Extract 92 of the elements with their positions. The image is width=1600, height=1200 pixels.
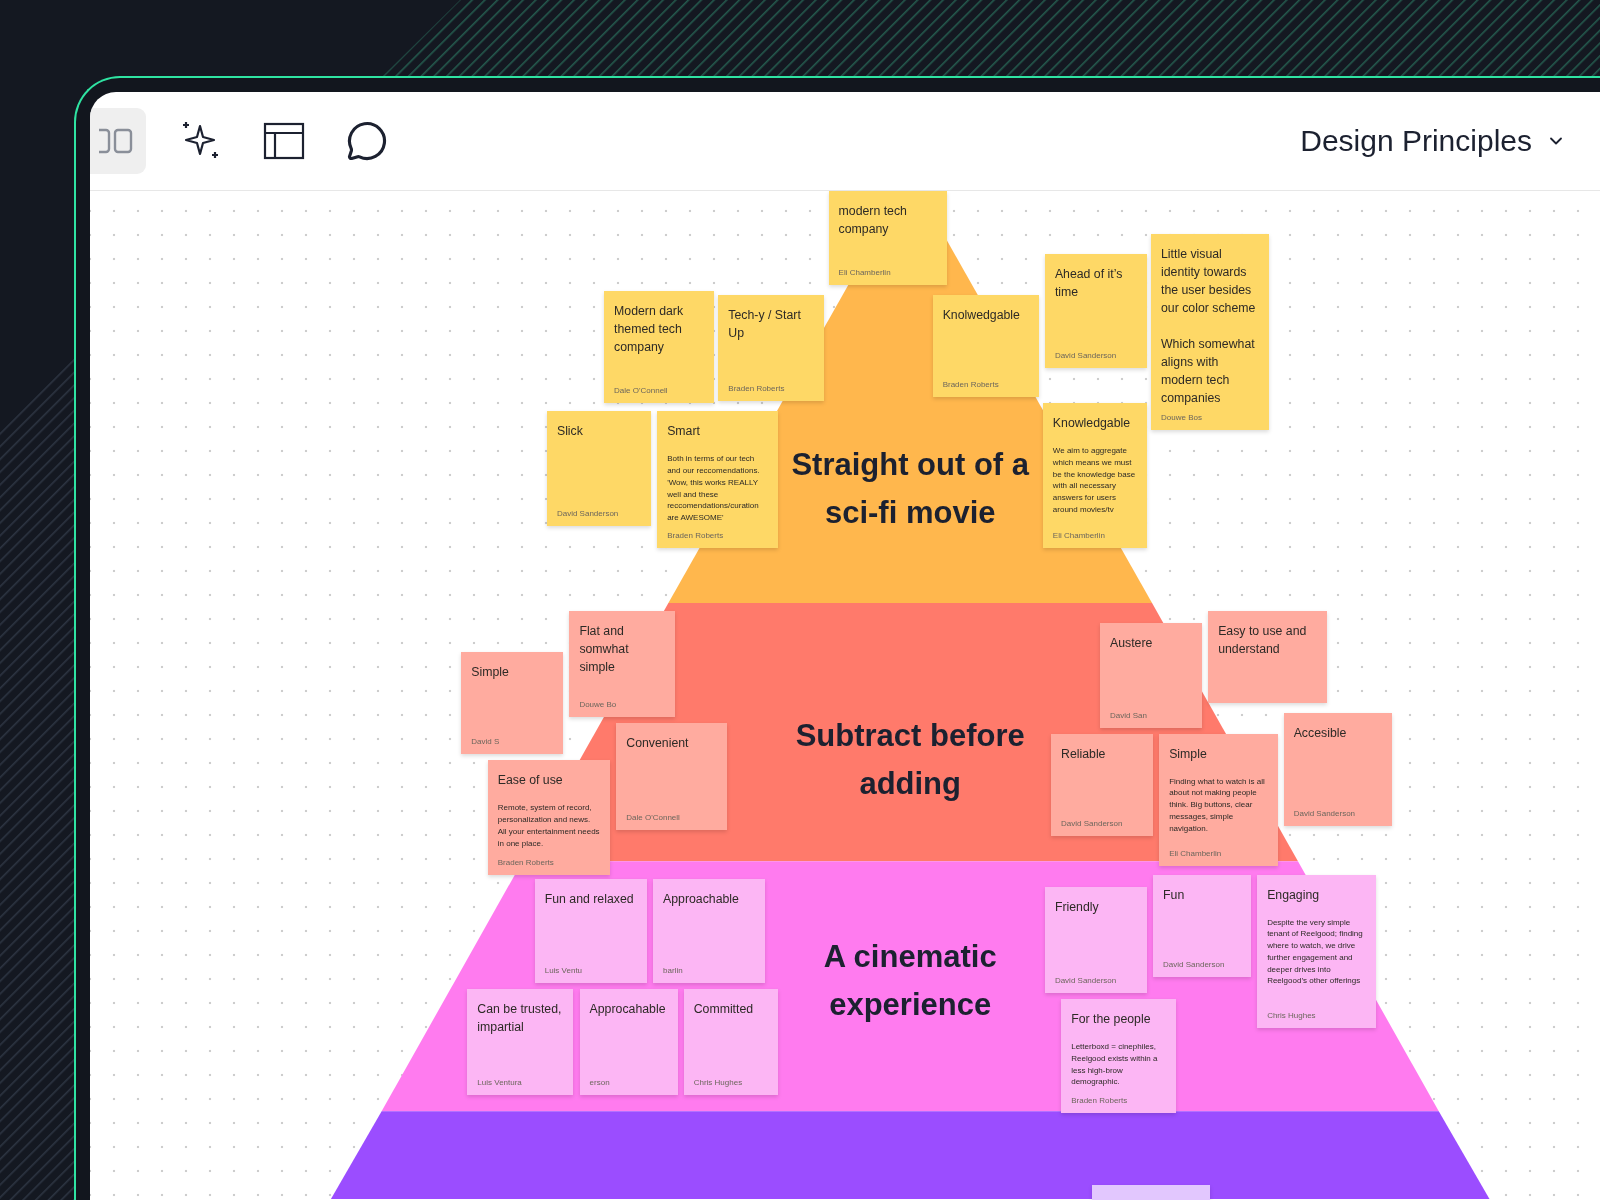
note-author: barlin [663, 964, 684, 975]
note-title: Knolwedgable [942, 306, 1021, 324]
sticky-note[interactable]: Flat and somwhat simple Douwe Bo [569, 611, 676, 718]
note-title: Approcahable [589, 1000, 667, 1018]
note-title: Engaging [1267, 886, 1321, 904]
note-title: Simple [471, 664, 510, 682]
note-author: Douwe Bo [579, 699, 618, 710]
note-title: Reliable [1061, 745, 1107, 763]
note-title: Friendly [1054, 898, 1100, 916]
note-text: Letterboxd = cinephiles, Reelgood exists within a less high-brow demographic. [1071, 1041, 1159, 1089]
sticky-note[interactable]: Can be trusted, impartial Luis Ventura [467, 988, 574, 1095]
sticky-note[interactable]: Simple David S [461, 652, 564, 755]
layer-heading: Straight out of a sci-fi movie [790, 445, 1031, 532]
note-author: Braden Roberts [728, 383, 786, 393]
note-author: Chris Hughes [693, 1076, 744, 1087]
note-title: Fun and relaxed [544, 890, 635, 908]
note-author: David Sanderson [1293, 807, 1357, 818]
note-author: Luis Ventu [544, 964, 584, 975]
note-author: Eli Chamberlin [1169, 848, 1223, 859]
note-title: Austere [1110, 635, 1154, 653]
note-author: Dale O'Connell [626, 811, 681, 822]
note-author: Dale O'Connell [614, 385, 669, 396]
note-author: David S [471, 736, 501, 747]
note-text: Despite the very simple tenant of Reelgood; finding where to watch, we drive further engagement and deeper drives into Reelgood’s other offerings [1267, 916, 1364, 988]
note-title: Can be trusted, impartial [477, 1000, 563, 1036]
note-author: Luis Ventura [477, 1076, 523, 1087]
board-title-dropdown[interactable]: Design Principles [1300, 124, 1566, 158]
note-title: Modern dark themed tech company [614, 302, 685, 356]
note-author: David Sanderson [1054, 350, 1118, 361]
sticky-note[interactable]: Tech-y / Start Up Braden Roberts [718, 294, 825, 401]
note-title: Smart [667, 423, 701, 441]
sticky-note[interactable]: Simple Finding what to watch is all about not making people think. Big buttons, clear messages, simple navigation. Eli Chamberlin [1159, 733, 1278, 867]
layout-icon [263, 122, 305, 160]
note-title: Easy to use and understand [1218, 623, 1308, 659]
note-author: erson [589, 1076, 611, 1087]
sticky-note[interactable]: Little visual identity towards the user besides our color scheme Which somewhat aligns with modern tech companies Douwe Bos [1151, 233, 1270, 430]
sticky-note[interactable]: Approcahable erson [579, 988, 678, 1095]
note-author: David Sanderson [556, 507, 620, 518]
note-title: Tech-y / Start Up [728, 306, 802, 342]
sticky-note[interactable]: Austere David San [1100, 623, 1203, 728]
sticky-note[interactable]: Reliable David Sanderson [1051, 733, 1154, 836]
note-title: Ease of use [497, 772, 564, 790]
note-title: Knowledgable [1052, 415, 1132, 433]
sticky-note[interactable]: Knolwedgable Braden Roberts [932, 294, 1039, 397]
layer-heading: A cinematic experience [822, 937, 998, 1024]
note-author: Braden Roberts [667, 529, 725, 540]
comment-icon [346, 120, 388, 162]
note-author: Braden Roberts [942, 378, 1000, 389]
note-title: modern tech company [838, 202, 908, 238]
sticky-note[interactable]: Knowledgable We aim to aggregate which means we must be the knowledge base with all necessary answers for users around movies/tv Eli Chamberlin [1042, 403, 1147, 548]
sticky-note[interactable]: Committed Chris Hughes [683, 988, 778, 1095]
sticky-note[interactable]: Convenient Dale O'Connell [616, 723, 727, 830]
note-title: Fun [1163, 886, 1186, 904]
note-text: Both in terms of our tech and our reccomendations. 'Wow, this works REALLY well and these reccomendations/curation are AWESOME' [667, 453, 761, 524]
sticky-note[interactable]: Smart Both in terms of our tech and our reccomendations. 'Wow, this works REALLY well and these reccomendations/curation are AWESOME' Braden Roberts [657, 411, 778, 548]
note-title: Convenient [626, 735, 690, 753]
note-title: Simple [1169, 745, 1208, 763]
note-author: Eli Chamberlin [1052, 529, 1106, 540]
note-title: Approachable [663, 890, 740, 908]
note-author: David San [1110, 709, 1148, 720]
note-author: David Sanderson [1061, 817, 1124, 828]
note-title: Slick [556, 423, 584, 441]
note-title: Ahead of it’s time [1054, 266, 1124, 302]
note-author: Braden Roberts [1071, 1095, 1129, 1106]
note-author: Eli Chamberlin [838, 266, 892, 277]
note-text: Finding what to watch is all about not making people think. Big buttons, clear messages, simple navigation. [1169, 775, 1266, 835]
sticky-note[interactable]: Accesible David Sanderson [1283, 713, 1392, 826]
sticky-note[interactable]: Fun David Sanderson [1153, 874, 1251, 977]
sticky-note[interactable]: Engaging Despite the very simple tenant of Reelgood; finding where to watch, we drive further engagement and deeper drives into Reelgood’s other offerings Chris Hughes [1257, 874, 1376, 1028]
note-author: Chris Hughes [1267, 1009, 1317, 1020]
layer-heading: Subtract before adding [794, 717, 1026, 804]
note-author: Braden Roberts [497, 856, 555, 867]
sticky-note[interactable]: Easy to use and understand [1208, 611, 1327, 704]
sticky-note[interactable]: Ease of use Remote, system of record, personalization and news. All your entertainment needs in one place. Braden Roberts [487, 760, 611, 875]
sticky-note[interactable]: Approachable barlin [653, 878, 766, 983]
note-title: Little visual identity towards the user besides our color scheme Which somewhat aligns with modern tech companies [1161, 245, 1257, 407]
sticky-note[interactable]: Slick David Sanderson [546, 411, 651, 526]
sticky-note[interactable]: Friendly David Sanderson [1044, 886, 1147, 993]
note-text: We aim to aggregate which means we must be the knowledge base with all necessary answers for users around movies/tv [1052, 445, 1137, 516]
sticky-note[interactable]: For the people Letterboxd = cinephiles, Reelgood exists within a less high-brow demographic. Braden Roberts [1061, 999, 1176, 1114]
note-title: Accesible [1293, 725, 1348, 743]
sticky-note[interactable]: modern tech company Eli Chamberlin [828, 191, 947, 285]
note-text: Remote, system of record, personalization and news. All your entertainment needs in one place. [497, 802, 601, 850]
note-title: Committed [693, 1000, 755, 1018]
note-title: For the people [1071, 1011, 1152, 1028]
sticky-note[interactable]: Ahead of it’s time David Sanderson [1044, 254, 1147, 369]
note-title: Flat and somwhat simple [579, 623, 630, 677]
sticky-note[interactable]: Fun and relaxed Luis Ventu [534, 878, 647, 983]
note-author: David Sanderson [1054, 974, 1118, 985]
sticky-note[interactable]: Modern dark themed tech company Dale O'Connell [604, 290, 715, 404]
note-author: David Sanderson [1163, 958, 1226, 969]
note-author: Douwe Bos [1161, 411, 1203, 422]
